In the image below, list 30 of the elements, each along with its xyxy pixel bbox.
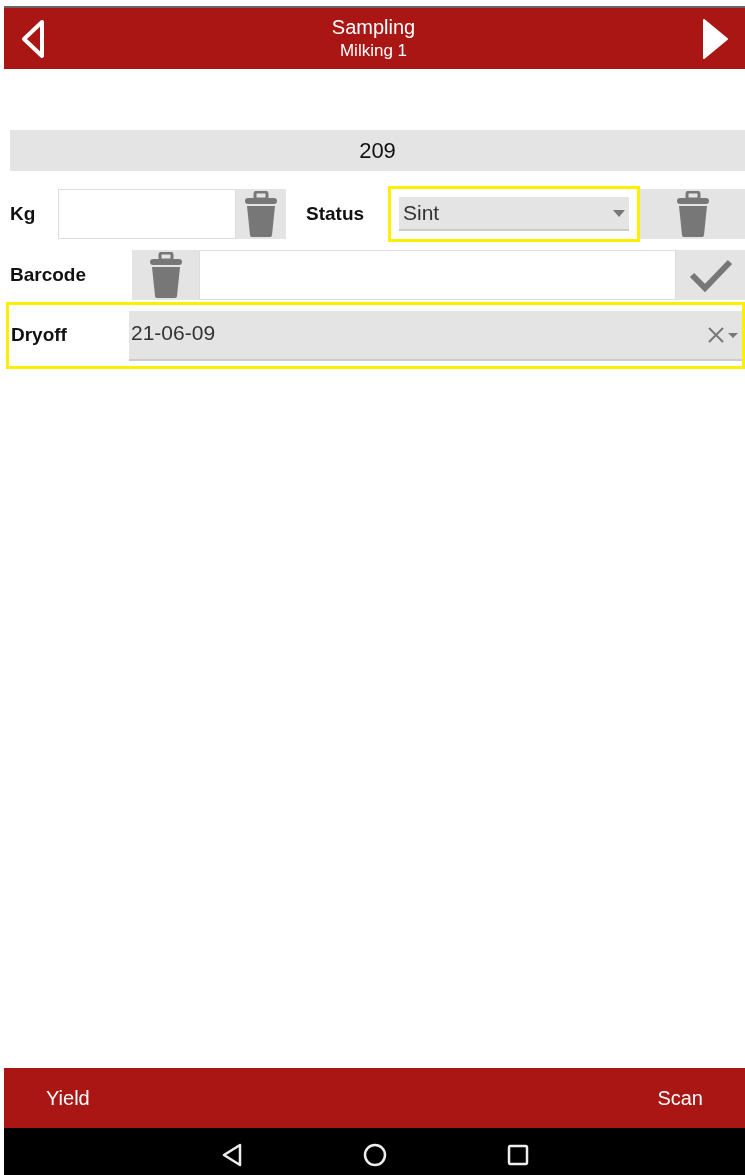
trash-icon[interactable] xyxy=(244,191,278,237)
trash-icon[interactable] xyxy=(148,252,183,298)
field-label: Status xyxy=(306,201,366,226)
clear-button[interactable] xyxy=(640,189,745,239)
trash-icon[interactable] xyxy=(675,191,710,237)
bottom-bar-button[interactable]: Scan xyxy=(657,1083,703,1113)
barcode-input-field[interactable] xyxy=(199,250,676,300)
screen-title: Sampling xyxy=(331,14,416,39)
field-label: Barcode xyxy=(10,262,88,287)
status-dropdown[interactable]: Sint xyxy=(388,186,640,242)
field-label: Dryoff xyxy=(10,323,68,348)
confirm-button[interactable] xyxy=(676,250,745,300)
kg-input-field[interactable] xyxy=(58,189,236,239)
animal-number-bar: 209 xyxy=(10,130,745,171)
forward-arrow-icon[interactable] xyxy=(701,17,729,60)
clear-button[interactable] xyxy=(132,250,199,300)
back-icon[interactable] xyxy=(220,1142,243,1167)
status-value: Sint xyxy=(403,200,440,227)
field-label: Kg xyxy=(10,201,37,226)
bottom-bar-button[interactable]: Yield xyxy=(46,1083,90,1113)
back-arrow-icon[interactable] xyxy=(20,18,46,59)
dryoff-date-field[interactable]: 21-06-09 xyxy=(129,310,742,361)
recent-apps-icon[interactable] xyxy=(506,1143,529,1166)
clear-caret-icon[interactable] xyxy=(706,324,740,345)
dryoff-value: 21-06-09 xyxy=(131,319,216,346)
checkmark-icon xyxy=(688,258,733,292)
dropdown-caret-icon xyxy=(613,209,625,217)
screen-subtitle: Milking 1 xyxy=(339,39,408,62)
clear-button[interactable] xyxy=(236,189,286,239)
home-icon[interactable] xyxy=(362,1142,387,1167)
